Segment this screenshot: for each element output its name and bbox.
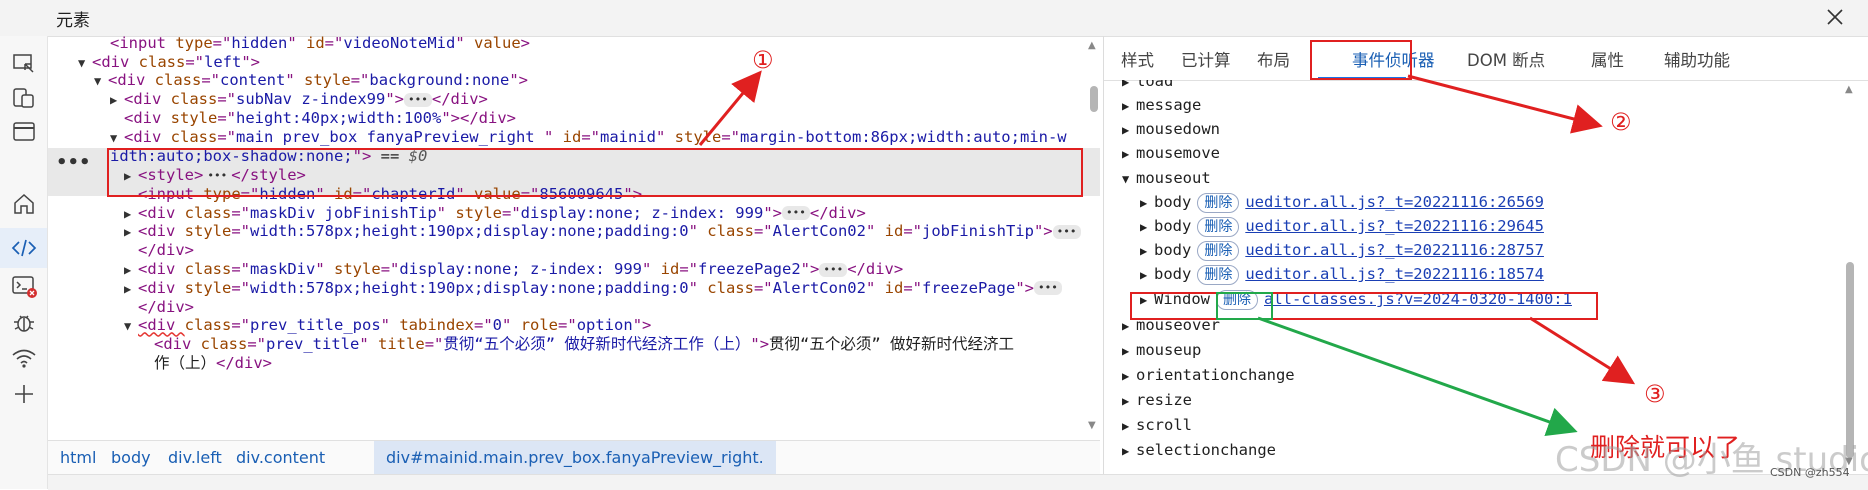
annotation-label-3: ③	[1644, 380, 1666, 408]
watermark-small: CSDN @zh554	[1770, 466, 1850, 479]
annotation-arrows	[698, 70, 1636, 437]
arrow-2	[1407, 74, 1603, 134]
arrow-3	[1529, 316, 1636, 385]
arrow-green	[1257, 316, 1578, 437]
annotation-label-2: ②	[1610, 108, 1632, 136]
arrow-1	[698, 70, 762, 146]
annotation-label-1: ①	[752, 46, 774, 74]
